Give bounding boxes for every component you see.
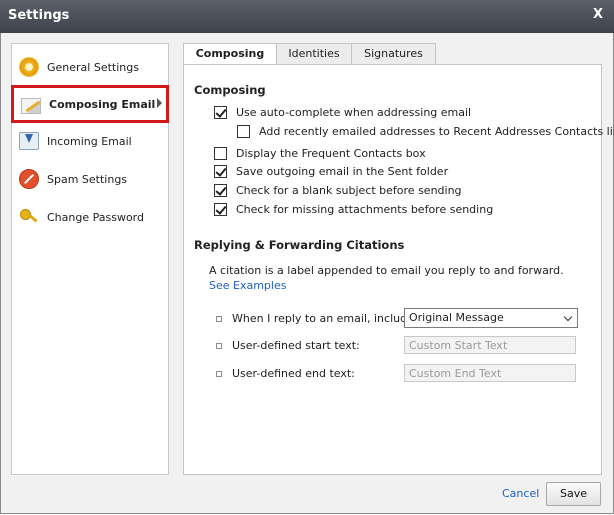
end-text-label: User-defined end text: — [232, 367, 355, 380]
option-auto-complete[interactable]: Use auto-complete when addressing email — [214, 106, 471, 119]
reply-include-label: When I reply to an email, include: — [232, 312, 418, 325]
start-text-row: User-defined start text: — [216, 339, 360, 352]
missing-attachments-checkbox[interactable] — [214, 203, 227, 216]
sidebar-item-incoming-email[interactable]: Incoming Email — [12, 124, 168, 158]
option-label: Save outgoing email in the Sent folder — [236, 165, 449, 178]
composing-panel: Composing Use auto-complete when address… — [183, 64, 614, 475]
tab-composing[interactable]: Composing — [183, 43, 277, 66]
key-icon — [19, 207, 39, 227]
chevron-down-icon — [563, 312, 573, 322]
frequent-contacts-checkbox[interactable] — [214, 147, 227, 160]
close-button[interactable]: X — [593, 7, 603, 22]
sidebar-item-label: Change Password — [47, 210, 144, 224]
bullet-icon — [216, 370, 222, 377]
option-label: Add recently emailed addresses to Recent… — [259, 125, 614, 138]
blank-subject-checkbox[interactable] — [214, 184, 227, 197]
option-recent-addresses[interactable]: Add recently emailed addresses to Recent… — [237, 125, 614, 138]
option-label: Display the Frequent Contacts box — [236, 147, 426, 160]
chevron-right-icon — [157, 98, 162, 108]
sidebar-item-general-settings[interactable]: General Settings — [12, 50, 168, 84]
reply-include-value: Original Message — [409, 311, 504, 324]
recent-addresses-checkbox[interactable] — [237, 125, 250, 138]
tab-signatures[interactable]: Signatures — [351, 43, 436, 65]
sidebar-item-label: Spam Settings — [47, 172, 128, 186]
settings-sidebar: General Settings Composing Email Incomin… — [11, 43, 169, 475]
sidebar-item-change-password[interactable]: Change Password — [12, 200, 168, 234]
option-missing-attachments[interactable]: Check for missing attachments before sen… — [214, 203, 493, 216]
save-sent-checkbox[interactable] — [214, 165, 227, 178]
option-label: Check for a blank subject before sending — [236, 184, 462, 197]
reply-include-row: When I reply to an email, include: — [216, 312, 418, 325]
option-blank-subject[interactable]: Check for a blank subject before sending — [214, 184, 462, 197]
end-text-input[interactable] — [404, 364, 576, 382]
start-text-label: User-defined start text: — [232, 339, 360, 352]
citation-description-text: A citation is a label appended to email … — [209, 264, 564, 277]
spam-icon — [19, 169, 39, 189]
save-button[interactable]: Save — [546, 482, 601, 506]
composing-heading: Composing — [194, 83, 266, 97]
sidebar-item-label: Incoming Email — [47, 134, 132, 148]
title-bar: Settings X — [0, 0, 614, 33]
sidebar-item-label: Composing Email — [49, 97, 156, 111]
bullet-icon — [216, 342, 222, 349]
option-frequent-contacts[interactable]: Display the Frequent Contacts box — [214, 147, 426, 160]
option-save-sent[interactable]: Save outgoing email in the Sent folder — [214, 165, 448, 178]
sidebar-item-spam-settings[interactable]: Spam Settings — [12, 162, 168, 196]
citation-description: A citation is a label appended to email … — [209, 263, 584, 293]
reply-include-select[interactable]: Original Message — [404, 308, 578, 328]
cancel-link[interactable]: Cancel — [502, 487, 539, 500]
gear-icon — [19, 57, 39, 77]
sidebar-item-label: General Settings — [47, 60, 139, 74]
window-title: Settings — [8, 8, 70, 23]
start-text-input[interactable] — [404, 336, 576, 354]
tab-identities[interactable]: Identities — [276, 43, 352, 65]
option-label: Check for missing attachments before sen… — [236, 203, 494, 216]
see-examples-link[interactable]: See Examples — [209, 279, 286, 292]
auto-complete-checkbox[interactable] — [214, 106, 227, 119]
citations-heading: Replying & Forwarding Citations — [194, 238, 405, 252]
compose-icon — [21, 97, 41, 114]
option-label: Use auto-complete when addressing email — [236, 106, 472, 119]
inbox-icon — [19, 132, 39, 150]
sidebar-item-composing-email[interactable]: Composing Email — [11, 85, 169, 123]
bullet-icon — [216, 315, 222, 322]
end-text-row: User-defined end text: — [216, 367, 355, 380]
